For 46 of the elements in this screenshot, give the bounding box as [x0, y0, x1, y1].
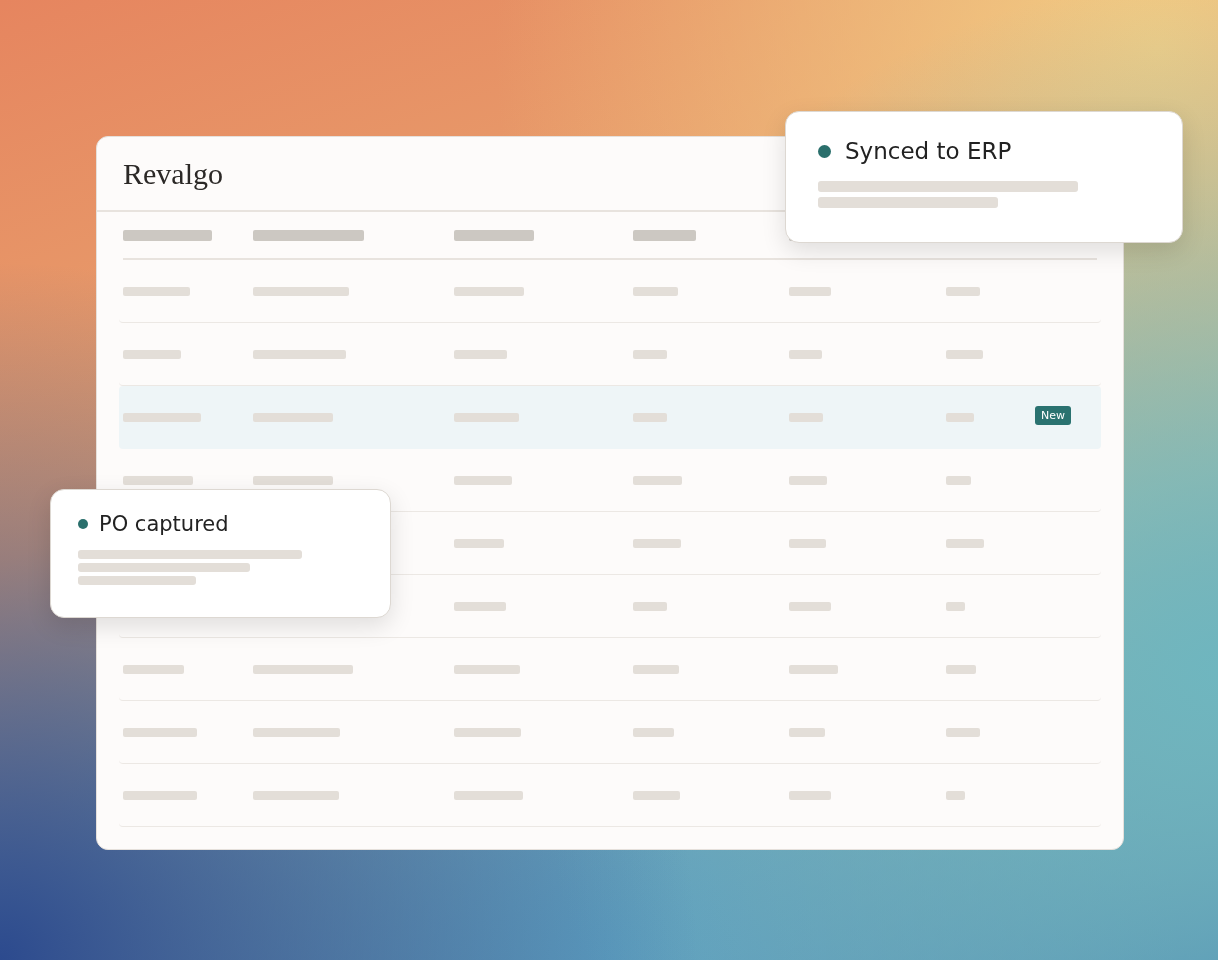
skeleton-bar — [633, 286, 678, 296]
skeleton-bar — [633, 229, 696, 241]
skeleton-bar — [789, 601, 831, 611]
skeleton-bar — [946, 475, 971, 485]
skeleton-bar — [946, 538, 984, 548]
skeleton-bar — [633, 664, 679, 674]
skeleton-bar — [946, 601, 965, 611]
new-badge: New — [1035, 406, 1071, 425]
skeleton-bar — [946, 790, 965, 800]
window-title: Revalgo — [123, 156, 223, 191]
skeleton-bar — [946, 412, 974, 422]
skeleton-bar — [454, 286, 524, 296]
skeleton-bar — [789, 790, 831, 800]
skeleton-bar — [633, 538, 681, 548]
highlighted-row[interactable]: New — [119, 386, 1101, 449]
skeleton-bar — [633, 601, 667, 611]
skeleton-bar — [633, 349, 667, 359]
skeleton-bar — [454, 664, 520, 674]
skeleton-bar — [633, 790, 680, 800]
skeleton-bar — [789, 286, 831, 296]
notification-title: PO captured — [99, 512, 229, 536]
skeleton-bar — [454, 475, 512, 485]
skeleton-bar — [123, 664, 184, 674]
skeleton-bar — [946, 286, 980, 296]
skeleton-bar — [123, 349, 181, 359]
skeleton-bar — [123, 286, 190, 296]
skeleton-bar — [789, 349, 822, 359]
skeleton-bar — [454, 601, 506, 611]
notification-title: Synced to ERP — [845, 138, 1012, 164]
skeleton-bar — [454, 538, 504, 548]
skeleton-bar — [454, 727, 521, 737]
skeleton-bar — [946, 727, 980, 737]
skeleton-bar — [454, 412, 519, 422]
skeleton-bar — [789, 664, 838, 674]
skeleton-bar — [454, 790, 523, 800]
skeleton-bar — [789, 538, 826, 548]
skeleton-bar — [789, 727, 825, 737]
skeleton-bar — [789, 475, 827, 485]
skeleton-bar — [789, 412, 823, 422]
skeleton-bar — [946, 664, 976, 674]
skeleton-bar — [946, 349, 983, 359]
skeleton-bar — [123, 475, 193, 485]
skeleton-bar — [633, 475, 682, 485]
skeleton-bar — [633, 727, 674, 737]
skeleton-bar — [633, 412, 667, 422]
skeleton-bar — [454, 349, 507, 359]
